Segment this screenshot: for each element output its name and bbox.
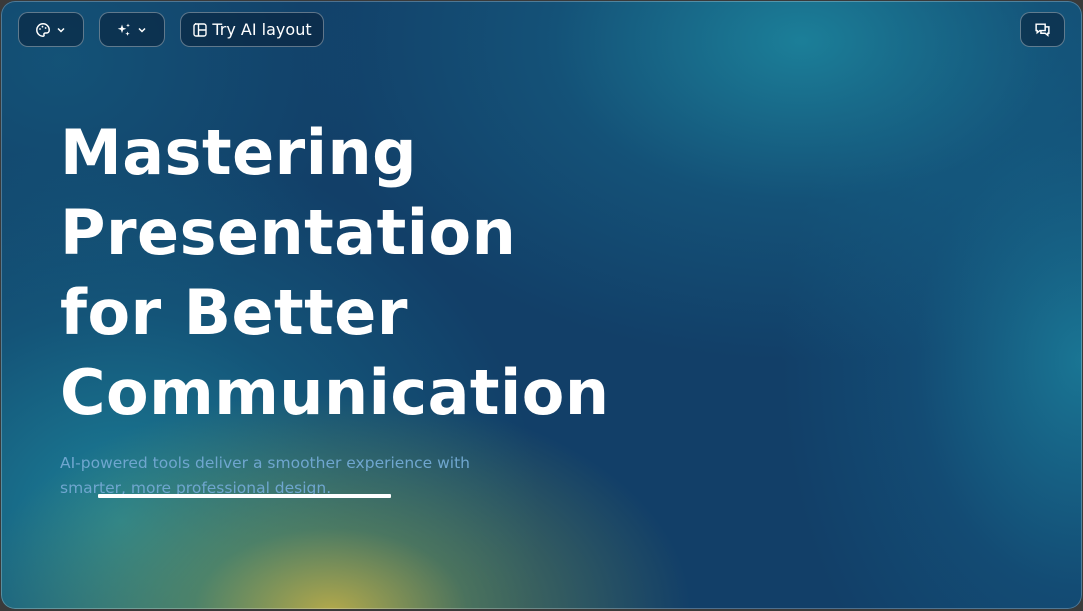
try-ai-layout-button[interactable]: Try AI layout xyxy=(180,12,324,47)
title-line: Mastering xyxy=(60,116,417,189)
title-line: for Better xyxy=(60,276,408,349)
try-ai-layout-label: Try AI layout xyxy=(212,20,312,39)
chevron-down-icon xyxy=(55,24,67,36)
theme-button[interactable] xyxy=(18,12,84,47)
slide-canvas[interactable]: Try AI layout Mastering Presentation for… xyxy=(1,1,1082,609)
chevron-down-icon xyxy=(136,24,148,36)
palette-icon xyxy=(35,22,51,38)
comment-button[interactable] xyxy=(1020,12,1065,47)
title-line: Presentation xyxy=(60,196,517,269)
title-line: Communication xyxy=(60,356,610,429)
text-selection-underline xyxy=(98,494,391,498)
comment-icon xyxy=(1034,21,1051,38)
layout-icon xyxy=(192,22,208,38)
slide-title[interactable]: Mastering Presentation for Better Commun… xyxy=(60,113,610,433)
sparkles-icon xyxy=(116,22,132,38)
ai-button[interactable] xyxy=(99,12,165,47)
